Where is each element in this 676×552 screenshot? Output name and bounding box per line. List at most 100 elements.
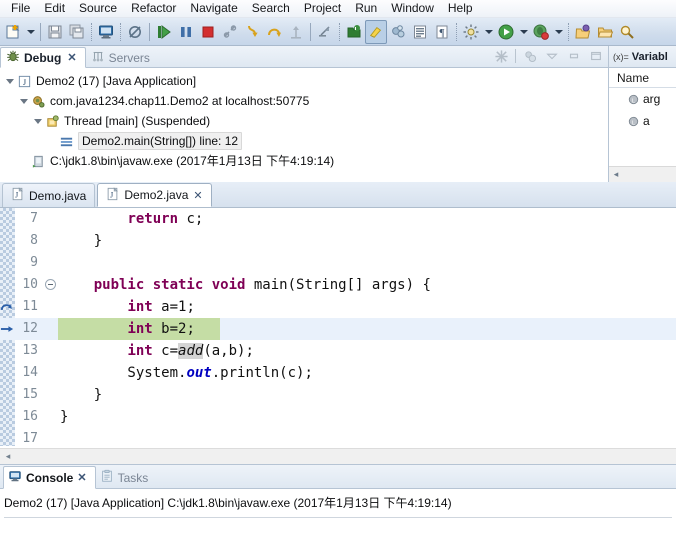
open-type-icon[interactable] xyxy=(409,20,431,44)
step-into-icon[interactable] xyxy=(241,20,263,44)
menu-item-search[interactable]: Search xyxy=(245,0,297,17)
variables-column-header: Name xyxy=(609,68,676,88)
minimize-icon[interactable] xyxy=(566,48,582,64)
scroll-left-icon[interactable]: ◂ xyxy=(609,169,623,180)
open-folder-icon[interactable] xyxy=(594,20,616,44)
debug-target-icon xyxy=(30,93,47,109)
code-line[interactable]: 7 return c; xyxy=(0,208,676,230)
debug-tree-row[interactable]: J Demo2 (17) [Java Application] xyxy=(4,71,608,91)
new-wizard-icon[interactable] xyxy=(2,20,24,44)
debug-icon[interactable] xyxy=(530,20,552,44)
code-line[interactable]: 9 xyxy=(0,252,676,274)
close-icon[interactable]: ✕ xyxy=(67,51,76,64)
code-text: } xyxy=(60,387,103,403)
external-tools-dropdown-icon[interactable] xyxy=(482,20,495,44)
search-icon[interactable] xyxy=(616,20,638,44)
tab-servers-label: Servers xyxy=(108,50,150,65)
suspend-icon[interactable] xyxy=(175,20,197,44)
view-menu-icon[interactable] xyxy=(544,48,560,64)
code-editor[interactable]: 7 return c; 8 } 9 10 public static void mai… xyxy=(0,208,676,446)
variable-row[interactable]: Larg xyxy=(609,88,676,110)
code-line[interactable]: 8 } xyxy=(0,230,676,252)
variables-hscrollbar[interactable]: ◂ xyxy=(609,166,676,182)
disconnect-icon[interactable] xyxy=(219,20,241,44)
debug-perspective-icon[interactable] xyxy=(365,19,387,44)
save-all-icon[interactable] xyxy=(66,20,88,44)
new-java-project-icon[interactable] xyxy=(343,20,365,44)
tree-twisty-expanded-icon[interactable] xyxy=(18,95,30,107)
save-icon[interactable] xyxy=(44,20,66,44)
link-debug-view-icon[interactable] xyxy=(522,48,538,64)
editor-hscrollbar[interactable]: ◂ xyxy=(0,448,676,464)
open-task-icon[interactable] xyxy=(572,20,594,44)
use-step-filters-icon[interactable] xyxy=(314,20,336,44)
debug-dropdown-icon[interactable] xyxy=(552,20,565,44)
tree-twisty-expanded-icon[interactable] xyxy=(32,115,44,127)
run-dropdown-icon[interactable] xyxy=(517,20,530,44)
toolbar-separator xyxy=(91,22,92,41)
debug-tree-row[interactable]: Demo2.main(String[]) line: 12 xyxy=(4,131,608,151)
java-file-icon: J xyxy=(11,187,24,204)
skip-breakpoints-icon[interactable] xyxy=(124,20,146,44)
variable-row[interactable]: La xyxy=(609,110,676,132)
fold-collapse-icon[interactable] xyxy=(44,274,58,296)
step-return-icon[interactable] xyxy=(285,20,307,44)
editor-tab-label: Demo2.java xyxy=(124,188,189,202)
run-icon[interactable] xyxy=(495,20,517,44)
tab-servers[interactable]: Servers xyxy=(86,47,158,68)
coverage-icon[interactable] xyxy=(387,20,409,44)
debug-tree[interactable]: J Demo2 (17) [Java Application] com.java12… xyxy=(0,68,608,171)
scroll-left-icon[interactable]: ◂ xyxy=(0,451,16,462)
external-tools-icon[interactable] xyxy=(460,20,482,44)
debug-tree-row[interactable]: com.java1234.chap11.Demo2 at localhost:5… xyxy=(4,91,608,111)
toolbar-separator xyxy=(310,22,311,41)
tab-console[interactable]: Console ✕ xyxy=(3,466,96,489)
local-variable-icon: L xyxy=(627,115,639,127)
step-over-icon[interactable] xyxy=(263,20,285,44)
editor-tab-demo2-java[interactable]: J Demo2.java ✕ xyxy=(97,183,212,207)
open-console-icon[interactable] xyxy=(95,20,117,44)
tab-variables[interactable]: (x)= Variabl xyxy=(609,51,668,63)
menu-item-source[interactable]: Source xyxy=(72,0,124,17)
menu-item-file[interactable]: File xyxy=(4,0,37,17)
line-number: 7 xyxy=(30,211,38,226)
new-dropdown-icon[interactable] xyxy=(24,20,37,44)
code-line[interactable]: 16} xyxy=(0,406,676,428)
code-line[interactable]: 11 int a=1; xyxy=(0,296,676,318)
menu-item-navigate[interactable]: Navigate xyxy=(183,0,244,17)
remove-all-terminated-icon[interactable] xyxy=(493,48,509,64)
toolbar-separator xyxy=(40,22,41,41)
terminate-icon[interactable] xyxy=(197,20,219,44)
toggle-mark-occurrences-icon[interactable]: ¶ xyxy=(431,20,453,44)
code-line[interactable]: 13 int c=add(a,b); xyxy=(0,340,676,362)
editor-tab-demo-java[interactable]: J Demo.java xyxy=(2,183,96,207)
console-body[interactable]: Demo2 (17) [Java Application] C:\jdk1.8\… xyxy=(0,489,676,524)
maximize-icon[interactable] xyxy=(588,48,604,64)
code-line[interactable]: 14 System.out.println(c); xyxy=(0,362,676,384)
code-line[interactable]: 17 xyxy=(0,428,676,446)
menu-item-project[interactable]: Project xyxy=(297,0,348,17)
tree-twisty-expanded-icon[interactable] xyxy=(4,75,16,87)
menu-item-window[interactable]: Window xyxy=(384,0,441,17)
tab-variables-label: Variabl xyxy=(631,50,668,63)
menu-item-help[interactable]: Help xyxy=(441,0,480,17)
tab-tasks[interactable]: Tasks xyxy=(96,466,157,489)
tasks-icon xyxy=(100,469,114,486)
close-icon[interactable]: ✕ xyxy=(77,471,86,484)
menu-item-refactor[interactable]: Refactor xyxy=(124,0,183,17)
svg-text:L: L xyxy=(631,120,634,126)
code-line[interactable]: 12 int b=2; xyxy=(0,318,676,340)
debug-tree-row[interactable]: C:\jdk1.8\bin\javaw.exe (2017年1月13日 下午4:… xyxy=(4,151,608,171)
resume-icon[interactable] xyxy=(153,20,175,44)
debug-tree-row[interactable]: Thread [main] (Suspended) xyxy=(4,111,608,131)
code-line[interactable]: 15 } xyxy=(0,384,676,406)
menu-item-run[interactable]: Run xyxy=(348,0,384,17)
line-number: 14 xyxy=(22,365,38,380)
variables-view: (x)= Variabl Name Larg La ◂ xyxy=(608,46,676,182)
close-icon[interactable]: ✕ xyxy=(193,189,202,202)
menu-item-edit[interactable]: Edit xyxy=(37,0,72,17)
code-line[interactable]: 10 public static void main(String[] args… xyxy=(0,274,676,296)
tab-debug[interactable]: Debug ✕ xyxy=(0,47,86,68)
